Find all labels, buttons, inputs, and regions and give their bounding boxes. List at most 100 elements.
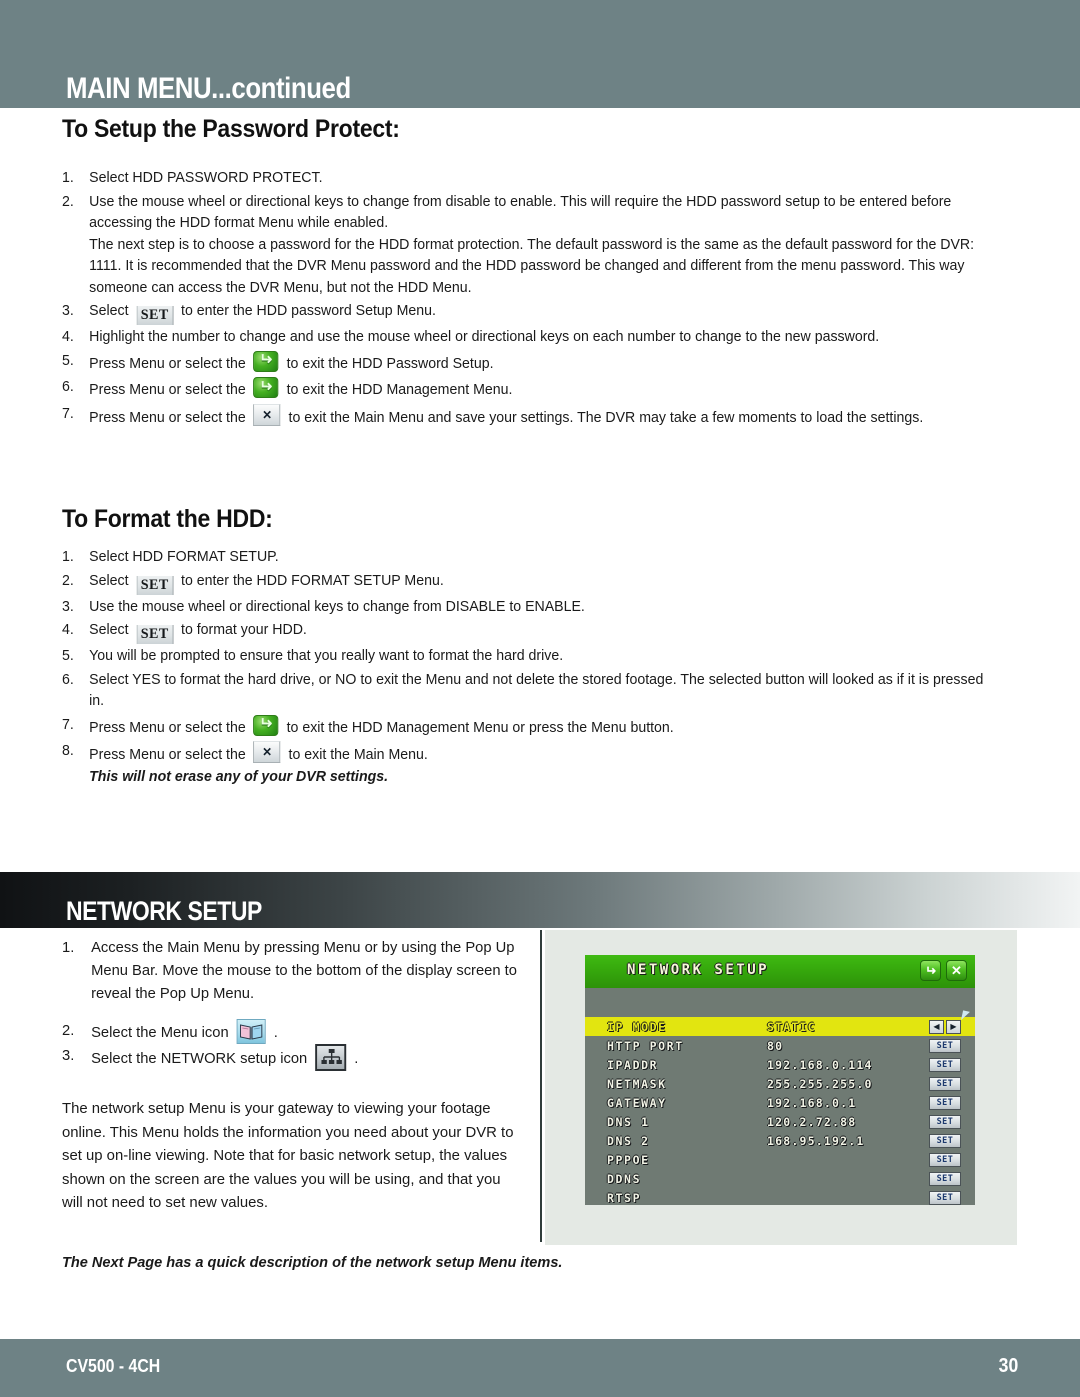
dvr-row-value: STATIC <box>767 1019 816 1034</box>
list-number: 5. <box>62 352 74 369</box>
dvr-set-button[interactable]: SET <box>929 1152 961 1167</box>
dvr-set-button[interactable]: SET <box>929 1171 961 1186</box>
list-text: Select YES to format the hard drive, or … <box>89 671 984 710</box>
list-number: 1. <box>62 170 74 186</box>
return-icon[interactable] <box>253 377 279 398</box>
dvr-row-gateway[interactable]: GATEWAY 192.168.0.1 SET <box>585 1093 975 1112</box>
list-item: 2. Select SET to enter the HDD FORMAT SE… <box>62 571 993 595</box>
list-text-pre: Press Menu or select the <box>89 719 246 736</box>
next-page-note: The Next Page has a quick description of… <box>62 1254 563 1271</box>
list-number: 3. <box>62 1047 75 1064</box>
dvr-set-button[interactable]: SET <box>929 1038 961 1053</box>
list-item: 2. Select the Menu icon . <box>62 1019 518 1044</box>
list-text: Use the mouse wheel or directional keys … <box>89 598 585 615</box>
list-text-post: to enter the HDD password Setup Menu. <box>181 303 436 319</box>
close-icon[interactable] <box>253 741 281 763</box>
close-icon[interactable] <box>253 403 281 426</box>
set-button-icon[interactable]: SET <box>136 575 174 595</box>
dvr-row-label: PPPOE <box>607 1152 650 1167</box>
dvr-row-value: 255.255.255.0 <box>767 1076 873 1091</box>
page-header-band: MAIN MENU...continued <box>0 0 1080 108</box>
list-text-post: . <box>273 1024 278 1041</box>
list-item: 7. Press Menu or select the to exit the … <box>62 714 993 740</box>
dvr-row-dns-1[interactable]: DNS 1 120.2.72.88 SET <box>585 1112 975 1131</box>
dvr-row-rtsp[interactable]: RTSP SET <box>585 1188 975 1207</box>
dvr-set-button[interactable]: SET <box>929 1095 961 1110</box>
list-text-post: to exit the HDD Management Menu or press… <box>286 719 674 736</box>
list-item: 1. Select HDD FORMAT SETUP. <box>62 547 993 569</box>
dvr-row-label: DDNS <box>607 1171 642 1186</box>
return-icon[interactable] <box>253 714 279 736</box>
menu-book-icon[interactable] <box>236 1019 266 1044</box>
format-note: This will not erase any of your DVR sett… <box>89 768 389 785</box>
dvr-row-ipaddr[interactable]: IPADDR 192.168.0.114 SET <box>585 1055 975 1074</box>
dvr-set-button[interactable]: SET <box>929 1190 961 1205</box>
dvr-row-label: DNS 1 <box>607 1114 650 1129</box>
page-footer-band: CV500 - 4CH 30 <box>0 1339 1080 1397</box>
dvr-return-icon[interactable]: ↵ <box>920 960 941 981</box>
list-text-pre: Select the NETWORK setup icon <box>91 1050 308 1067</box>
list-item: 7. Press Menu or select the to exit the … <box>62 403 993 430</box>
set-button-icon[interactable]: SET <box>136 306 174 325</box>
dvr-row-ip-mode[interactable]: IP MODE STATIC ◀ ▶ <box>585 1017 975 1036</box>
dvr-row-label: GATEWAY <box>607 1095 667 1110</box>
format-steps-list: 1. Select HDD FORMAT SETUP. 2. Select SE… <box>62 547 1022 790</box>
list-text: Access the Main Menu by pressing Menu or… <box>91 939 517 1002</box>
list-text-post: to exit the HDD Password Setup. <box>286 355 494 372</box>
list-text-pre: Press Menu or select the <box>89 409 246 426</box>
list-item: 3. Select SET to enter the HDD password … <box>62 301 993 325</box>
list-number: 3. <box>62 598 74 615</box>
list-item: 1. Access the Main Menu by pressing Menu… <box>62 936 518 1005</box>
dvr-set-button[interactable]: SET <box>929 1057 961 1072</box>
dvr-row-label: IP MODE <box>607 1019 667 1034</box>
list-number: 2. <box>62 572 74 589</box>
list-number: 2. <box>62 1022 75 1039</box>
footer-page-number: 30 <box>998 1355 1018 1377</box>
list-number: 6. <box>62 671 74 688</box>
dvr-row-pppoe[interactable]: PPPOE SET <box>585 1150 975 1169</box>
network-tree-icon[interactable] <box>315 1044 347 1071</box>
list-number: 1. <box>62 549 74 565</box>
network-description-paragraph: The network setup Menu is your gateway t… <box>62 1100 514 1211</box>
list-text-post: to exit the HDD Management Menu. <box>286 382 513 398</box>
banner-title: NETWORK SETUP <box>66 896 262 926</box>
dvr-set-button[interactable]: SET <box>929 1133 961 1148</box>
dvr-set-button[interactable]: SET <box>929 1076 961 1091</box>
dvr-row-ddns[interactable]: DDNS SET <box>585 1169 975 1188</box>
list-text-pre: Select <box>89 622 129 638</box>
dvr-settings-rows: IP MODE STATIC ◀ ▶ HTTP PORT 80 SET IPAD… <box>585 1017 975 1207</box>
return-icon[interactable] <box>253 350 279 372</box>
dvr-set-button[interactable]: SET <box>929 1114 961 1129</box>
list-number: 1. <box>62 939 75 956</box>
list-text-post: to enter the HDD FORMAT SETUP Menu. <box>181 572 444 589</box>
list-text-pre: Press Menu or select the <box>89 382 246 398</box>
dvr-arrow-stepper[interactable]: ◀ ▶ <box>929 1019 961 1034</box>
dvr-row-netmask[interactable]: NETMASK 255.255.255.0 SET <box>585 1074 975 1093</box>
arrow-right-icon[interactable]: ▶ <box>946 1019 961 1034</box>
list-text: Highlight the number to change and use t… <box>89 329 880 345</box>
dvr-titlebar: NETWORK SETUP ↵ ✕ <box>585 955 975 988</box>
list-item: 6. Press Menu or select the to exit the … <box>62 377 993 402</box>
arrow-left-icon[interactable]: ◀ <box>929 1019 944 1034</box>
dvr-row-http-port[interactable]: HTTP PORT 80 SET <box>585 1036 975 1055</box>
list-item: 3. Use the mouse wheel or directional ke… <box>62 597 993 619</box>
list-number: 6. <box>62 379 74 395</box>
list-text-pre: Press Menu or select the <box>89 355 246 372</box>
list-text: Select HDD FORMAT SETUP. <box>89 549 279 565</box>
dvr-row-value: 120.2.72.88 <box>767 1114 857 1129</box>
dvr-close-icon[interactable]: ✕ <box>946 960 967 981</box>
dvr-row-label: HTTP PORT <box>607 1038 684 1053</box>
list-text: You will be prompted to ensure that you … <box>89 648 564 664</box>
dvr-row-value: 168.95.192.1 <box>767 1133 865 1148</box>
dvr-row-dns-2[interactable]: DNS 2 168.95.192.1 SET <box>585 1131 975 1150</box>
dvr-screenshot-photo: NETWORK SETUP ↵ ✕ IP MODE STATIC ◀ ▶ HTT… <box>545 930 1017 1245</box>
dvr-return-glyph: ↵ <box>925 962 936 978</box>
list-text-pre: Select the Menu icon <box>91 1024 229 1041</box>
list-item: 5. Press Menu or select the to exit the … <box>62 350 993 376</box>
list-text-post: to format your HDD. <box>181 622 307 638</box>
set-button-icon[interactable]: SET <box>136 625 174 644</box>
dvr-row-label: RTSP <box>607 1190 642 1205</box>
list-number: 4. <box>62 622 74 638</box>
list-item: 8. Press Menu or select the to exit the … <box>62 741 993 788</box>
list-text-pre: Select <box>89 303 129 319</box>
